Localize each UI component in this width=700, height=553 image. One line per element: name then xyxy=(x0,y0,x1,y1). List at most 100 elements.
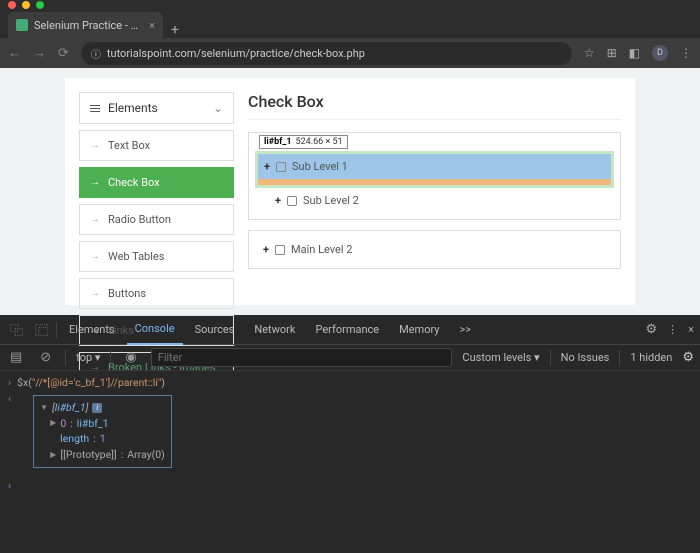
inspector-tooltip: li#bf_1 524.66 × 51 xyxy=(259,135,348,149)
log-levels-selector[interactable]: Custom levels ▾ xyxy=(462,351,539,364)
checkbox[interactable] xyxy=(276,162,286,172)
fn-name: $x xyxy=(17,376,28,389)
info-icon[interactable]: i xyxy=(92,403,102,413)
sidebar-item-radio[interactable]: →Radio Button xyxy=(79,204,234,235)
divider xyxy=(110,350,111,366)
reload-button[interactable]: ⟳ xyxy=(58,46,69,61)
sidebar-item-webtables[interactable]: →Web Tables xyxy=(79,241,234,272)
sidebar-item-checkbox[interactable]: →Check Box xyxy=(79,167,234,198)
site-info-icon[interactable]: ⓘ xyxy=(91,46,101,61)
tree-row-sublevel2[interactable]: + Sub Level 2 xyxy=(255,188,614,213)
context-selector[interactable]: top ▾ xyxy=(76,351,100,364)
console-output-line: ‹ ▼[li#bf_1] i ▶0: li#bf_1 length: 1 ▶[[… xyxy=(8,391,692,472)
result-box[interactable]: ▼[li#bf_1] i ▶0: li#bf_1 length: 1 ▶[[Pr… xyxy=(33,395,172,468)
sidepanel-icon[interactable]: ◧ xyxy=(629,46,640,60)
chevron-down-icon: ⌄ xyxy=(213,101,223,115)
arrow-icon: → xyxy=(90,288,100,299)
profile-avatar[interactable]: D xyxy=(652,45,668,61)
divider xyxy=(56,322,57,338)
url-text: tutorialspoint.com/selenium/practice/che… xyxy=(107,47,365,60)
disclosure-triangle-icon[interactable]: ▼ xyxy=(40,402,48,414)
extensions-icon[interactable]: ⊞ xyxy=(607,46,617,60)
tab-title: Selenium Practice - Check B xyxy=(34,19,143,32)
sidebar-title: Elements xyxy=(108,101,158,115)
page-title: Check Box xyxy=(248,92,621,111)
disclosure-triangle-icon[interactable]: ▶ xyxy=(50,449,56,461)
tab-sources[interactable]: Sources xyxy=(187,315,243,345)
issues-label[interactable]: No Issues xyxy=(561,351,610,364)
sidebar-header[interactable]: Elements ⌄ xyxy=(79,92,234,124)
hamburger-icon xyxy=(90,105,100,112)
tree-box-2: + Main Level 2 xyxy=(248,230,621,269)
output-caret-icon: ‹ xyxy=(8,391,11,407)
fn-arg: "//*[@id='c_bf_1']//parent::li" xyxy=(32,376,161,389)
console-prompt[interactable]: › xyxy=(8,478,692,494)
tab-strip: Selenium Practice - Check B × + xyxy=(0,10,700,38)
prompt-caret-icon: › xyxy=(8,478,11,494)
close-window[interactable] xyxy=(8,1,16,9)
inspect-icon[interactable]: ⿻ xyxy=(6,320,27,339)
kebab-menu-icon[interactable]: ⋮ xyxy=(667,323,678,336)
divider xyxy=(65,350,66,366)
new-tab-button[interactable]: + xyxy=(163,22,187,38)
divider xyxy=(550,350,551,366)
filter-input[interactable] xyxy=(151,348,453,367)
tree-label: Sub Level 1 xyxy=(292,160,348,173)
tab-console[interactable]: Console xyxy=(127,315,183,345)
back-button[interactable]: ← xyxy=(8,45,21,61)
device-toolbar-icon[interactable]: ⿸ xyxy=(31,320,52,339)
devtools: ⿻ ⿸ Elements Console Sources Network Per… xyxy=(0,315,700,553)
page-viewport: Elements ⌄ →Text Box →Check Box →Radio B… xyxy=(0,68,700,315)
traffic-lights xyxy=(8,1,44,9)
arrow-icon: → xyxy=(90,251,100,262)
expand-icon[interactable]: + xyxy=(263,243,269,256)
tree-label: Sub Level 2 xyxy=(303,194,359,207)
forward-button[interactable]: → xyxy=(33,45,46,61)
toolbar: ← → ⟳ ⓘ tutorialspoint.com/selenium/prac… xyxy=(0,38,700,68)
expand-icon[interactable]: + xyxy=(264,160,270,173)
tab-performance[interactable]: Performance xyxy=(307,315,387,345)
devtools-tabbar: ⿻ ⿸ Elements Console Sources Network Per… xyxy=(0,315,700,345)
highlighted-element: + Sub Level 1 xyxy=(255,151,614,188)
console-settings-icon[interactable]: ⚙ xyxy=(682,350,694,365)
margin-overlay xyxy=(258,179,611,185)
hidden-count: 1 hidden xyxy=(630,351,672,364)
clear-console-icon[interactable]: ⊘ xyxy=(36,350,55,365)
sidebar-toggle-icon[interactable]: ▤ xyxy=(6,350,26,365)
sidebar: Elements ⌄ →Text Box →Check Box →Radio B… xyxy=(79,92,234,291)
arrow-icon: → xyxy=(90,214,100,225)
favicon xyxy=(16,19,28,31)
tab-memory[interactable]: Memory xyxy=(391,315,447,345)
close-tab-icon[interactable]: × xyxy=(149,19,155,32)
sidebar-item-buttons[interactable]: →Buttons xyxy=(79,278,234,309)
tab-network[interactable]: Network xyxy=(246,315,303,345)
tree-label: Main Level 2 xyxy=(291,243,352,256)
settings-icon[interactable]: ⚙ xyxy=(645,322,657,337)
divider xyxy=(619,350,620,366)
window-chrome xyxy=(0,0,700,10)
input-caret-icon: › xyxy=(8,375,11,391)
checkbox[interactable] xyxy=(287,196,297,206)
expand-icon[interactable]: + xyxy=(275,194,281,207)
tab-elements[interactable]: Elements xyxy=(61,315,123,345)
browser-tab[interactable]: Selenium Practice - Check B × xyxy=(8,12,163,38)
eye-icon[interactable]: ◉ xyxy=(121,350,140,365)
console-toolbar: ▤ ⊘ top ▾ ◉ Custom levels ▾ No Issues 1 … xyxy=(0,345,700,371)
tree-row-sublevel1[interactable]: + Sub Level 1 xyxy=(258,154,611,179)
address-bar[interactable]: ⓘ tutorialspoint.com/selenium/practice/c… xyxy=(81,42,572,65)
minimize-window[interactable] xyxy=(22,1,30,9)
disclosure-triangle-icon[interactable]: ▶ xyxy=(50,417,56,429)
console-output[interactable]: › $x("//*[@id='c_bf_1']//parent::li") ‹ … xyxy=(0,371,700,553)
tree-row-mainlevel2[interactable]: + Main Level 2 xyxy=(255,237,614,262)
divider xyxy=(248,119,621,120)
close-devtools-icon[interactable]: × xyxy=(688,323,694,336)
tooltip-selector: li#bf_1 xyxy=(264,137,292,147)
arrow-icon: → xyxy=(90,140,100,151)
tree-box-1: li#bf_1 524.66 × 51 + Sub Level 1 + Sub … xyxy=(248,132,621,220)
tab-more[interactable]: >> xyxy=(452,315,480,345)
checkbox[interactable] xyxy=(275,245,285,255)
maximize-window[interactable] xyxy=(36,1,44,9)
sidebar-item-textbox[interactable]: →Text Box xyxy=(79,130,234,161)
kebab-menu-icon[interactable]: ⋮ xyxy=(680,46,692,60)
bookmark-icon[interactable]: ☆ xyxy=(584,46,595,60)
